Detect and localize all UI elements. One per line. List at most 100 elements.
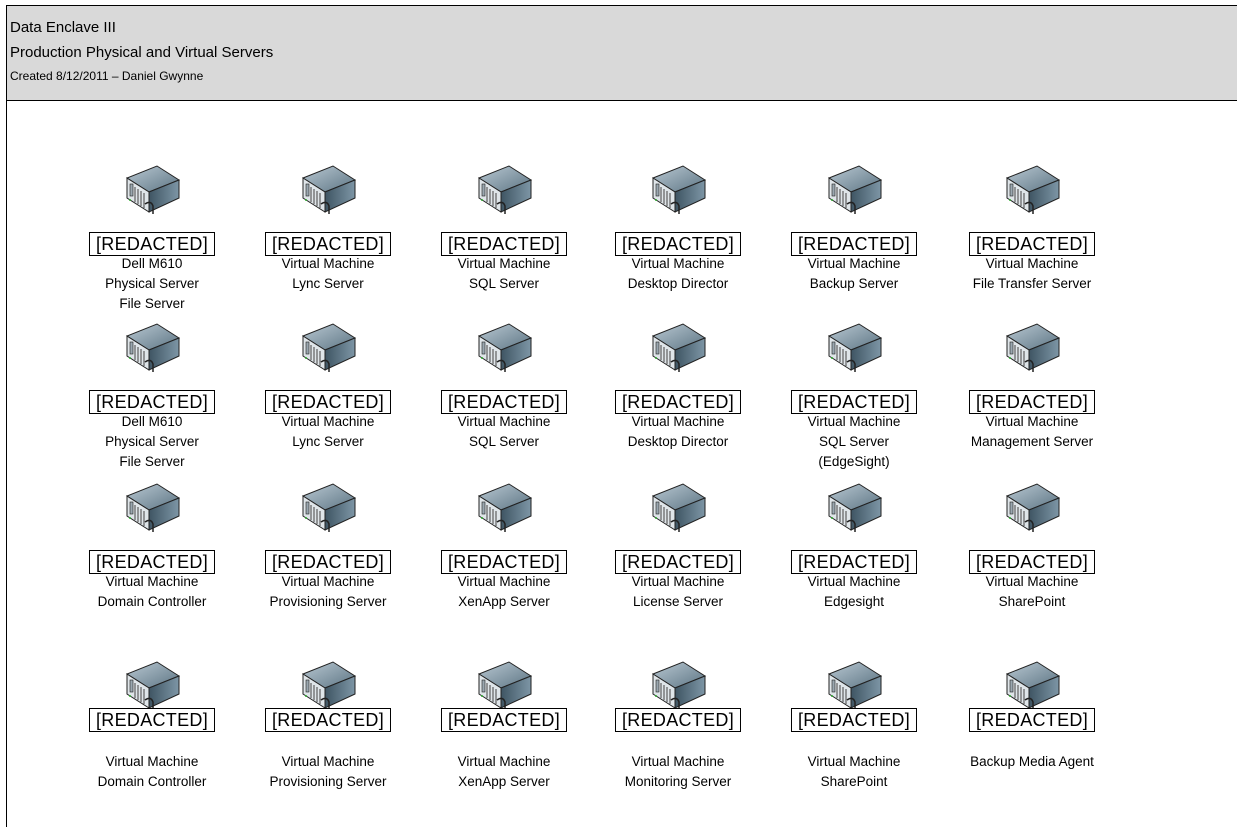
caption-line: Virtual Machine	[985, 574, 1079, 589]
caption-line: File Transfer Server	[972, 276, 1092, 291]
caption-line: Management Server	[970, 434, 1094, 449]
server-caption: Virtual Machine Management Server	[944, 412, 1120, 452]
caption-line: Virtual Machine	[281, 414, 375, 429]
caption-line: Virtual Machine	[985, 256, 1079, 271]
caption-line: Desktop Director	[627, 434, 729, 449]
redacted-label: [REDACTED]	[88, 232, 216, 256]
server-node: Virtual Machine Desktop Director [REDACTED…	[590, 322, 766, 472]
caption-line: Domain Controller	[97, 594, 207, 609]
server-caption: Virtual Machine SQL Server	[416, 412, 592, 452]
caption-line: Virtual Machine	[457, 574, 551, 589]
server-node: Virtual Machine Domain Controller [REDACTE…	[64, 660, 240, 810]
caption-line: XenApp Server	[458, 774, 550, 789]
caption-line: Virtual Machine	[631, 256, 725, 271]
caption-line: Virtual Machine	[281, 574, 375, 589]
server-node: Virtual Machine Provisioning Server [REDAC…	[240, 660, 416, 810]
server-node: Virtual Machine Management Server [REDACTE…	[944, 322, 1120, 472]
server-caption: Virtual Machine License Server	[590, 572, 766, 612]
caption-line: File Server	[119, 296, 185, 311]
server-node: Dell M610 Physical Server File Server [REDA…	[64, 322, 240, 472]
server-node: Virtual Machine Monitoring Server [REDACTE…	[590, 660, 766, 810]
caption-line: License Server	[632, 594, 724, 609]
caption-line: Virtual Machine	[807, 256, 901, 271]
redacted-label: [REDACTED]	[440, 550, 568, 574]
server-node: Virtual Machine Lync Server [REDACTED]	[240, 322, 416, 472]
redacted-label: [REDACTED]	[614, 390, 742, 414]
server-caption: Virtual Machine SharePoint	[944, 572, 1120, 612]
server-node: Virtual Machine SQL Server [REDACTED]	[416, 164, 592, 314]
caption-line: Virtual Machine	[631, 414, 725, 429]
caption-line: Dell M610	[121, 414, 183, 429]
server-caption: Virtual Machine Desktop Director	[590, 254, 766, 294]
server-node: Virtual Machine SharePoint [REDACTED]	[944, 482, 1120, 632]
caption-line: Virtual Machine	[457, 256, 551, 271]
caption-line: Virtual Machine	[807, 574, 901, 589]
caption-line: SQL Server	[818, 434, 890, 449]
redacted-label: [REDACTED]	[614, 232, 742, 256]
server-node: Virtual Machine SQL Server (EdgeSight) [RED…	[766, 322, 942, 472]
caption-line: Virtual Machine	[281, 754, 375, 769]
redacted-label: [REDACTED]	[790, 708, 918, 732]
server-caption: Backup Media Agent	[944, 752, 1120, 772]
redacted-label: [REDACTED]	[790, 390, 918, 414]
server-caption: Virtual Machine Backup Server	[766, 254, 942, 294]
redacted-label: [REDACTED]	[614, 708, 742, 732]
server-caption: Virtual Machine SharePoint	[766, 752, 942, 792]
server-caption: Virtual Machine Desktop Director	[590, 412, 766, 452]
server-caption: Virtual Machine Domain Controller	[64, 752, 240, 792]
server-node: Virtual Machine XenApp Server [REDACTED]	[416, 660, 592, 810]
server-node: Virtual Machine SharePoint [REDACTED]	[766, 660, 942, 810]
server-node: Virtual Machine Provisioning Server [REDAC…	[240, 482, 416, 632]
server-node: Virtual Machine XenApp Server [REDACTED]	[416, 482, 592, 632]
caption-line: Virtual Machine	[631, 574, 725, 589]
server-caption: Dell M610 Physical Server File Server	[64, 254, 240, 314]
redacted-label: [REDACTED]	[264, 708, 392, 732]
server-caption: Virtual Machine SQL Server (EdgeSight)	[766, 412, 942, 472]
caption-line: Lync Server	[292, 434, 364, 449]
diagram-subtitle: Production Physical and Virtual Servers	[10, 44, 274, 61]
server-node: Virtual Machine Lync Server [REDACTED]	[240, 164, 416, 314]
caption-line: Provisioning Server	[269, 774, 387, 789]
caption-line: Virtual Machine	[807, 414, 901, 429]
caption-line: SharePoint	[998, 594, 1066, 609]
caption-line: Virtual Machine	[457, 414, 551, 429]
server-node: Dell M610 Physical Server File Server [REDA…	[64, 164, 240, 314]
redacted-label: [REDACTED]	[968, 550, 1096, 574]
caption-line: Provisioning Server	[269, 594, 387, 609]
redacted-label: [REDACTED]	[440, 708, 568, 732]
redacted-label: [REDACTED]	[614, 550, 742, 574]
redacted-label: [REDACTED]	[968, 232, 1096, 256]
caption-line: Lync Server	[292, 276, 364, 291]
redacted-label: [REDACTED]	[790, 550, 918, 574]
server-caption: Virtual Machine File Transfer Server	[944, 254, 1120, 294]
caption-line: File Server	[119, 454, 185, 469]
caption-line: Virtual Machine	[105, 754, 199, 769]
caption-line: Dell M610	[121, 256, 183, 271]
caption-line: Monitoring Server	[624, 774, 732, 789]
server-caption: Virtual Machine Domain Controller	[64, 572, 240, 612]
server-node: Virtual Machine Backup Server [REDACTED]	[766, 164, 942, 314]
redacted-label: [REDACTED]	[88, 390, 216, 414]
server-node: Backup Media Agent [REDACTED]	[944, 660, 1120, 810]
server-caption: Virtual Machine XenApp Server	[416, 572, 592, 612]
redacted-label: [REDACTED]	[88, 708, 216, 732]
caption-line: XenApp Server	[458, 594, 550, 609]
caption-line: Backup Server	[809, 276, 899, 291]
server-caption: Virtual Machine Provisioning Server	[240, 572, 416, 612]
server-node: Virtual Machine Edgesight [REDACTED]	[766, 482, 942, 632]
caption-line: Virtual Machine	[105, 574, 199, 589]
redacted-label: [REDACTED]	[968, 708, 1096, 732]
diagram-title: Data Enclave III	[10, 19, 116, 36]
redacted-label: [REDACTED]	[264, 390, 392, 414]
server-caption: Virtual Machine Lync Server	[240, 412, 416, 452]
header-band: Data Enclave III Production Physical and…	[7, 6, 1237, 101]
redacted-label: [REDACTED]	[264, 232, 392, 256]
created-note: Created 8/12/2011 – Daniel Gwynne	[10, 69, 204, 83]
server-node: Virtual Machine SQL Server [REDACTED]	[416, 322, 592, 472]
server-caption: Dell M610 Physical Server File Server	[64, 412, 240, 472]
server-node: Virtual Machine Domain Controller [REDACTE…	[64, 482, 240, 632]
redacted-label: [REDACTED]	[440, 232, 568, 256]
server-caption: Virtual Machine Edgesight	[766, 572, 942, 612]
caption-line: Virtual Machine	[281, 256, 375, 271]
server-caption: Virtual Machine Lync Server	[240, 254, 416, 294]
